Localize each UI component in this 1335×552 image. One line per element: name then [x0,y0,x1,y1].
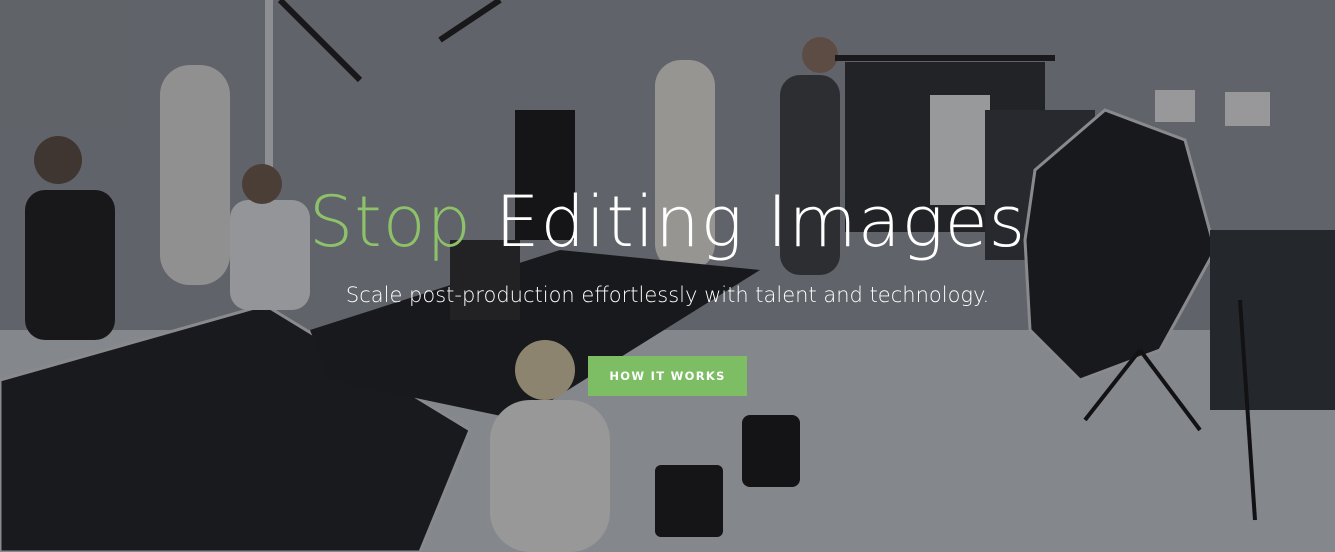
headline-rest: Editing Images [471,181,1027,263]
how-it-works-button[interactable]: HOW IT WORKS [588,356,747,396]
headline-accent-word: Stop [308,181,472,263]
hero-subheadline: Scale post-production effortlessly with … [345,283,990,307]
hero-headline: Stop Editing Images [0,178,1335,266]
hero-section: Stop Editing Images Scale post-productio… [0,0,1335,552]
hero-content: Stop Editing Images Scale post-productio… [0,178,1335,396]
